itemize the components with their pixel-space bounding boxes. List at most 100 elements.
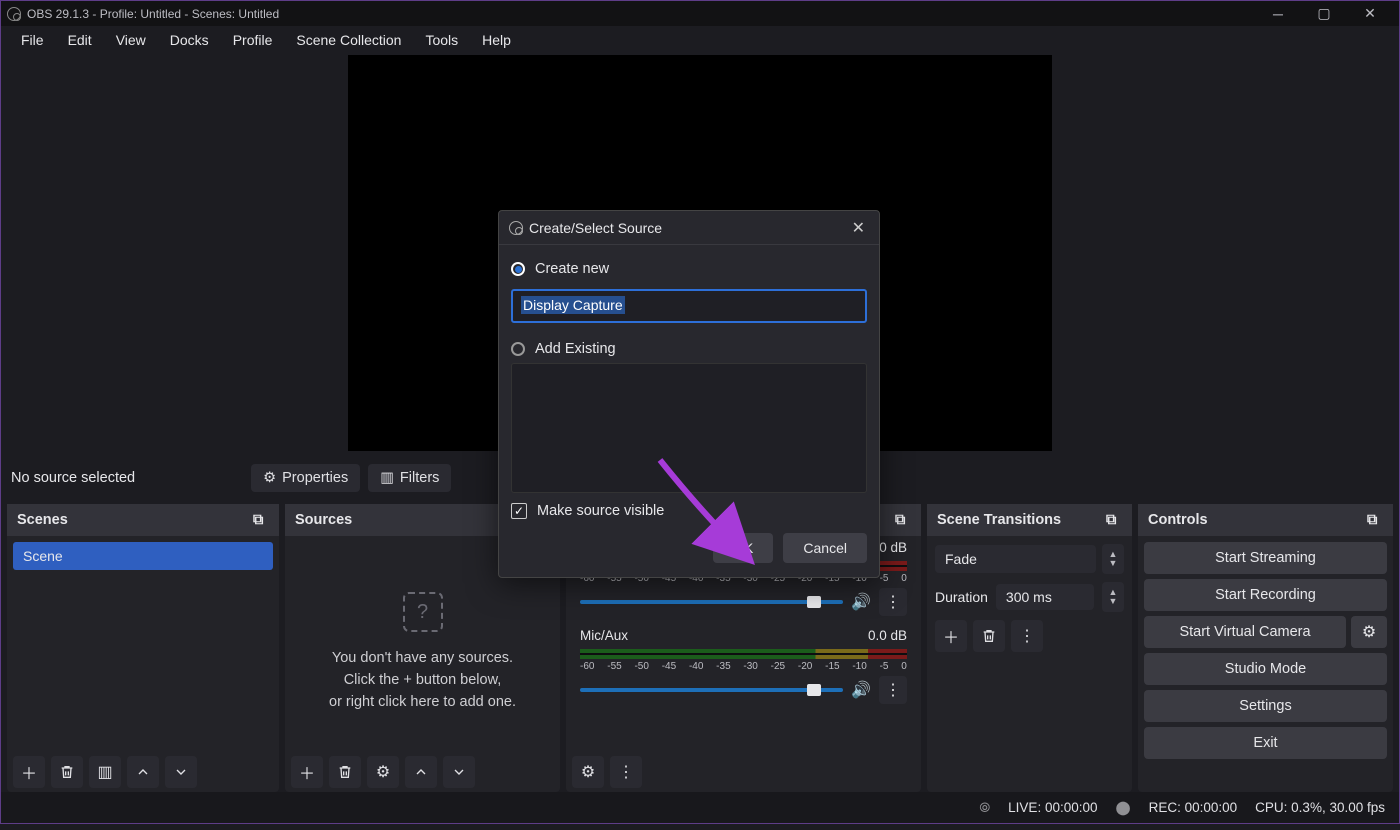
source-settings-button[interactable]: ⚙ [367, 756, 399, 788]
volume-slider[interactable] [580, 600, 843, 604]
start-streaming-button[interactable]: Start Streaming [1144, 542, 1387, 574]
window-title: OBS 29.1.3 - Profile: Untitled - Scenes:… [27, 7, 279, 21]
properties-button[interactable]: ⚙ Properties [251, 464, 360, 492]
properties-label: Properties [282, 470, 348, 486]
gear-icon: ⚙ [263, 470, 276, 486]
menu-edit[interactable]: Edit [56, 28, 104, 52]
menu-bar: File Edit View Docks Profile Scene Colle… [0, 26, 1400, 54]
menu-scene-collection[interactable]: Scene Collection [284, 28, 413, 52]
add-transition-button[interactable]: ＋ [935, 620, 967, 652]
controls-dock: Controls ⧉ Start Streaming Start Recordi… [1138, 504, 1393, 792]
obs-logo-icon [509, 221, 523, 235]
virtual-camera-settings-button[interactable]: ⚙ [1351, 616, 1387, 648]
no-sources-placeholder: ? You don't have any sources. Click the … [289, 592, 556, 713]
checkbox-checked-icon: ✓ [511, 503, 527, 519]
no-source-label: No source selected [11, 470, 135, 486]
popout-icon[interactable]: ⧉ [895, 512, 911, 528]
menu-file[interactable]: File [9, 28, 56, 52]
popout-icon[interactable]: ⧉ [1106, 512, 1122, 528]
vu-meter [580, 649, 907, 659]
menu-profile[interactable]: Profile [221, 28, 285, 52]
rec-status: REC: 00:00:00 [1149, 800, 1238, 815]
exit-button[interactable]: Exit [1144, 727, 1387, 759]
popout-icon[interactable]: ⧉ [1367, 512, 1383, 528]
transition-select[interactable]: Fade [935, 545, 1096, 573]
obs-logo-icon [7, 7, 21, 21]
dialog-title: Create/Select Source [529, 220, 662, 236]
duration-input[interactable]: 300 ms [996, 584, 1094, 610]
delete-transition-button[interactable] [973, 620, 1005, 652]
scene-down-button[interactable] [165, 756, 197, 788]
scene-item[interactable]: Scene [13, 542, 273, 570]
source-name-value: Display Capture [521, 296, 625, 314]
scenes-title: Scenes [17, 512, 68, 528]
filters-button[interactable]: ▥ Filters [368, 464, 451, 492]
maximize-button[interactable]: ▢ [1301, 1, 1347, 27]
speaker-icon[interactable]: 🔊 [851, 592, 871, 612]
transition-menu-button[interactable]: ⋮ [1011, 620, 1043, 652]
delete-scene-button[interactable] [51, 756, 83, 788]
popout-icon[interactable]: ⧉ [253, 512, 269, 528]
status-bar: ⦾ LIVE: 00:00:00 ⬤ REC: 00:00:00 CPU: 0.… [0, 792, 1400, 824]
filters-label: Filters [400, 470, 439, 486]
live-status: LIVE: 00:00:00 [1008, 800, 1097, 815]
cancel-button[interactable]: Cancel [783, 533, 867, 563]
source-name-input[interactable]: Display Capture [511, 289, 867, 323]
empty-line: or right click here to add one. [289, 692, 556, 714]
mixer-settings-button[interactable]: ⚙ [572, 756, 604, 788]
delete-source-button[interactable] [329, 756, 361, 788]
source-down-button[interactable] [443, 756, 475, 788]
menu-docks[interactable]: Docks [158, 28, 221, 52]
controls-title: Controls [1148, 512, 1208, 528]
scene-filter-button[interactable]: ▥ [89, 756, 121, 788]
channel-menu-button[interactable]: ⋮ [879, 588, 907, 616]
menu-help[interactable]: Help [470, 28, 523, 52]
source-up-button[interactable] [405, 756, 437, 788]
close-button[interactable]: ✕ [1347, 1, 1393, 27]
start-virtual-camera-button[interactable]: Start Virtual Camera [1144, 616, 1346, 648]
sources-title: Sources [295, 512, 352, 528]
make-visible-checkbox[interactable]: ✓ Make source visible [511, 503, 867, 519]
channel-name: Mic/Aux [580, 628, 628, 643]
menu-tools[interactable]: Tools [413, 28, 470, 52]
mixer-menu-button[interactable]: ⋮ [610, 756, 642, 788]
studio-mode-button[interactable]: Studio Mode [1144, 653, 1387, 685]
cpu-status: CPU: 0.3%, 30.00 fps [1255, 800, 1385, 815]
minimize-button[interactable]: ─ [1255, 1, 1301, 27]
menu-view[interactable]: View [104, 28, 158, 52]
start-recording-button[interactable]: Start Recording [1144, 579, 1387, 611]
add-scene-button[interactable]: ＋ [13, 756, 45, 788]
ok-button[interactable]: OK [713, 533, 773, 563]
transition-updown[interactable]: ▲▼ [1102, 544, 1124, 574]
radio-unchecked-icon [511, 342, 525, 356]
empty-line: Click the + button below, [289, 670, 556, 692]
radio-checked-icon [511, 262, 525, 276]
transitions-dock: Scene Transitions ⧉ Fade ▲▼ Duration 300… [927, 504, 1132, 792]
add-existing-label: Add Existing [535, 341, 616, 357]
channel-level: 0.0 dB [868, 628, 907, 643]
make-visible-label: Make source visible [537, 503, 664, 519]
scene-up-button[interactable] [127, 756, 159, 788]
duration-label: Duration [935, 589, 988, 605]
transitions-title: Scene Transitions [937, 512, 1061, 528]
broadcast-icon: ⦾ [979, 800, 990, 816]
mixer-channel: Mic/Aux 0.0 dB -60-55-50-45-40-35-30-25-… [572, 624, 915, 712]
create-new-radio[interactable]: Create new [511, 255, 867, 283]
duration-updown[interactable]: ▲▼ [1102, 582, 1124, 612]
db-ticks: -60-55-50-45-40-35-30-25-20-15-10-50 [580, 661, 907, 672]
add-source-button[interactable]: ＋ [291, 756, 323, 788]
settings-button[interactable]: Settings [1144, 690, 1387, 722]
titlebar: OBS 29.1.3 - Profile: Untitled - Scenes:… [0, 0, 1400, 26]
speaker-icon[interactable]: 🔊 [851, 680, 871, 700]
record-icon: ⬤ [1116, 800, 1131, 816]
transition-value: Fade [945, 551, 977, 567]
dialog-close-button[interactable]: ✕ [848, 218, 869, 238]
question-icon: ? [403, 592, 443, 632]
create-source-dialog: Create/Select Source ✕ Create new Displa… [498, 210, 880, 578]
existing-sources-list[interactable] [511, 363, 867, 493]
filter-icon: ▥ [380, 470, 394, 486]
add-existing-radio[interactable]: Add Existing [511, 335, 867, 363]
channel-menu-button[interactable]: ⋮ [879, 676, 907, 704]
create-new-label: Create new [535, 261, 609, 277]
volume-slider[interactable] [580, 688, 843, 692]
